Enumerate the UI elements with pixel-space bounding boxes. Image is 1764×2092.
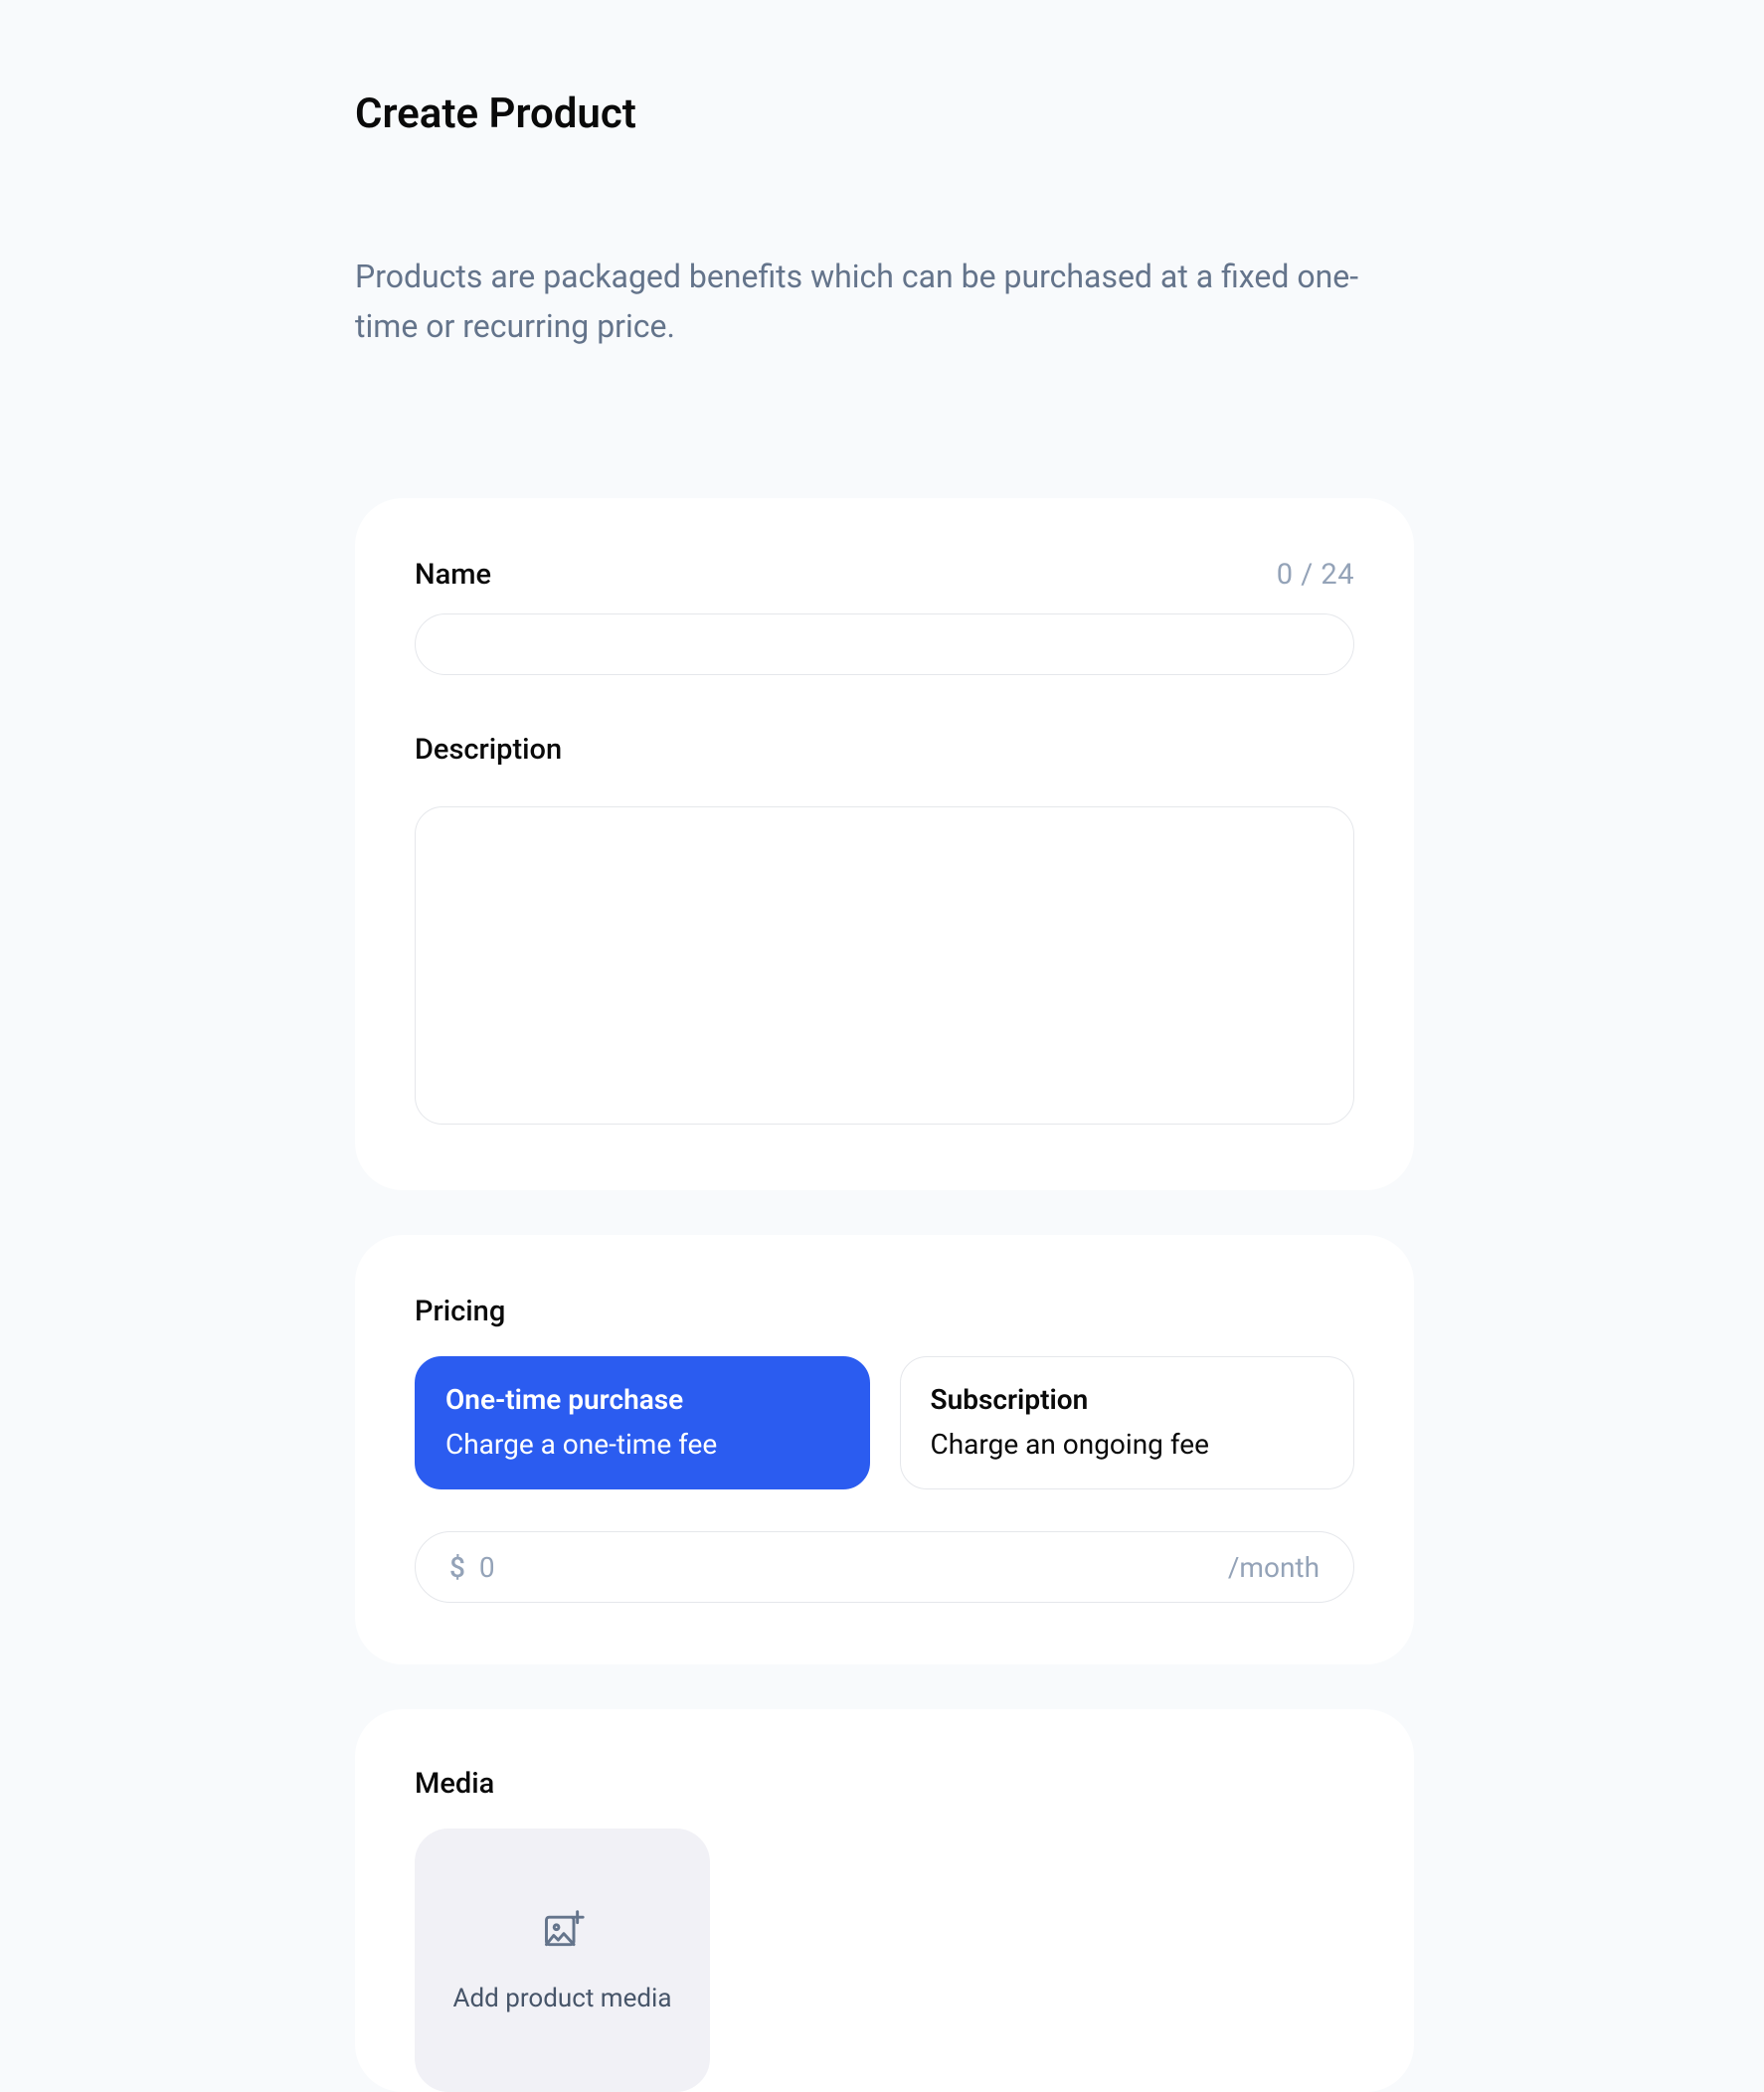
page-description: Products are packaged benefits which can… <box>355 253 1414 351</box>
price-input[interactable] <box>479 1551 1228 1584</box>
name-field-label: Name <box>415 558 491 592</box>
add-media-button[interactable]: Add product media <box>415 1829 710 2092</box>
pricing-section-label: Pricing <box>415 1295 1354 1328</box>
description-field-label: Description <box>415 733 562 767</box>
add-image-icon <box>541 1908 585 1984</box>
price-input-wrap[interactable]: $ /month <box>415 1531 1354 1603</box>
pricing-option-subscription-subtitle: Charge an ongoing fee <box>931 1428 1324 1461</box>
basic-info-card: Name 0 / 24 Description <box>355 498 1414 1190</box>
media-section-label: Media <box>415 1767 1354 1801</box>
name-input[interactable] <box>415 613 1354 675</box>
pricing-option-onetime-subtitle: Charge a one-time fee <box>445 1428 839 1461</box>
pricing-option-onetime-title: One-time purchase <box>445 1383 839 1416</box>
description-textarea[interactable] <box>415 806 1354 1125</box>
add-media-label: Add product media <box>453 1984 672 2013</box>
pricing-option-subscription-title: Subscription <box>931 1383 1324 1416</box>
media-card: Media Add product media <box>355 1709 1414 2092</box>
pricing-card: Pricing One-time purchase Charge a one-t… <box>355 1235 1414 1664</box>
name-char-counter: 0 / 24 <box>1277 558 1354 592</box>
dollar-icon: $ <box>449 1551 465 1584</box>
pricing-option-subscription[interactable]: Subscription Charge an ongoing fee <box>900 1356 1355 1489</box>
price-suffix: /month <box>1228 1551 1320 1584</box>
pricing-option-onetime[interactable]: One-time purchase Charge a one-time fee <box>415 1356 870 1489</box>
page-title: Create Product <box>355 89 1414 138</box>
